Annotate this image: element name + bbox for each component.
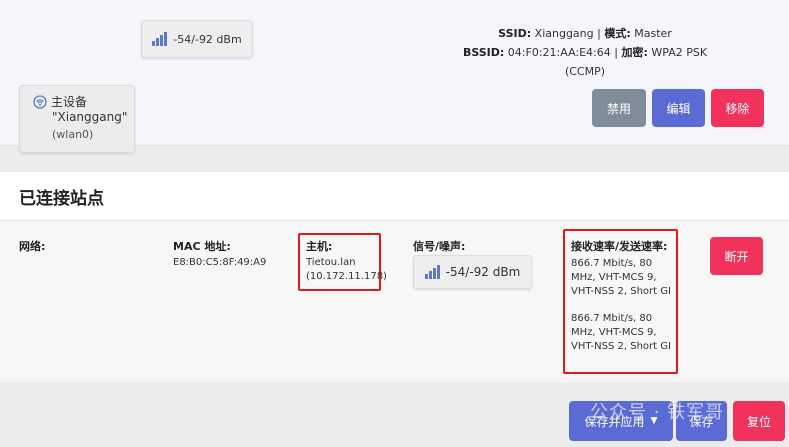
station-signal-value: -54/-92 dBm xyxy=(445,265,521,279)
rx-rate: 866.7 Mbit/s, 80 MHz, VHT-MCS 9, VHT-NSS… xyxy=(571,258,671,297)
mode-value: Master xyxy=(634,27,672,40)
caret-down-icon[interactable]: ▼ xyxy=(651,416,658,426)
signal-bars-icon xyxy=(152,32,168,46)
station-signal-badge: -54/-92 dBm xyxy=(413,255,532,289)
host-column-label: 主机: xyxy=(306,240,333,253)
signal-column-label: 信号/噪声: xyxy=(413,240,466,253)
host-ip: (10.172.11.178) xyxy=(306,271,387,282)
bssid-value: 04:F0:21:AA:E4:64 xyxy=(507,46,611,59)
disconnect-button[interactable]: 断开 xyxy=(710,237,763,275)
network-badge[interactable]: 主设备 "Xianggang" (wlan0) xyxy=(19,85,135,153)
save-apply-button[interactable]: 保存并应用 ▼ xyxy=(569,401,673,441)
network-name-row: 主设备 xyxy=(33,93,87,110)
separator: | xyxy=(614,46,618,59)
mac-value: E8:B0:C5:8F:49:A9 xyxy=(173,257,267,268)
network-info: SSID: Xianggang | 模式: Master BSSID: 04:F… xyxy=(445,24,725,81)
ssid-value: Xianggang xyxy=(534,27,594,40)
bssid-label: BSSID: xyxy=(462,46,505,59)
disable-button[interactable]: 禁用 xyxy=(592,89,646,127)
ssid-line: SSID: Xianggang | 模式: Master xyxy=(445,24,725,43)
save-button[interactable]: 保存 xyxy=(676,401,727,441)
network-column-label: 网络: xyxy=(19,240,46,253)
tx-rate: 866.7 Mbit/s, 80 MHz, VHT-MCS 9, VHT-NSS… xyxy=(571,313,671,352)
network-ssid: "Xianggang" xyxy=(52,110,128,124)
edit-button[interactable]: 编辑 xyxy=(652,89,705,127)
bssid-line: BSSID: 04:F0:21:AA:E4:64 | 加密: WPA2 PSK … xyxy=(445,43,725,81)
signal-bars-icon xyxy=(424,265,440,279)
mode-label: 模式: xyxy=(604,27,631,40)
encryption-label: 加密: xyxy=(621,46,648,59)
section-header: 已连接站点 xyxy=(0,172,789,221)
section-title: 已连接站点 xyxy=(19,189,104,209)
network-name: 主设备 xyxy=(51,95,88,109)
separator: | xyxy=(597,27,601,40)
mac-column-label: MAC 地址: xyxy=(173,240,231,253)
remove-button[interactable]: 移除 xyxy=(711,89,764,127)
ssid-label: SSID: xyxy=(498,27,532,40)
save-apply-label: 保存并应用 xyxy=(584,414,645,429)
rate-column-label: 接收速率/发送速率: xyxy=(571,240,668,253)
signal-badge: -54/-92 dBm xyxy=(141,20,253,58)
network-interface: (wlan0) xyxy=(52,128,94,141)
host-name: Tietou.lan xyxy=(306,257,356,268)
reset-button[interactable]: 复位 xyxy=(733,401,785,441)
signal-value: -54/-92 dBm xyxy=(173,32,242,46)
wifi-icon xyxy=(33,94,47,109)
